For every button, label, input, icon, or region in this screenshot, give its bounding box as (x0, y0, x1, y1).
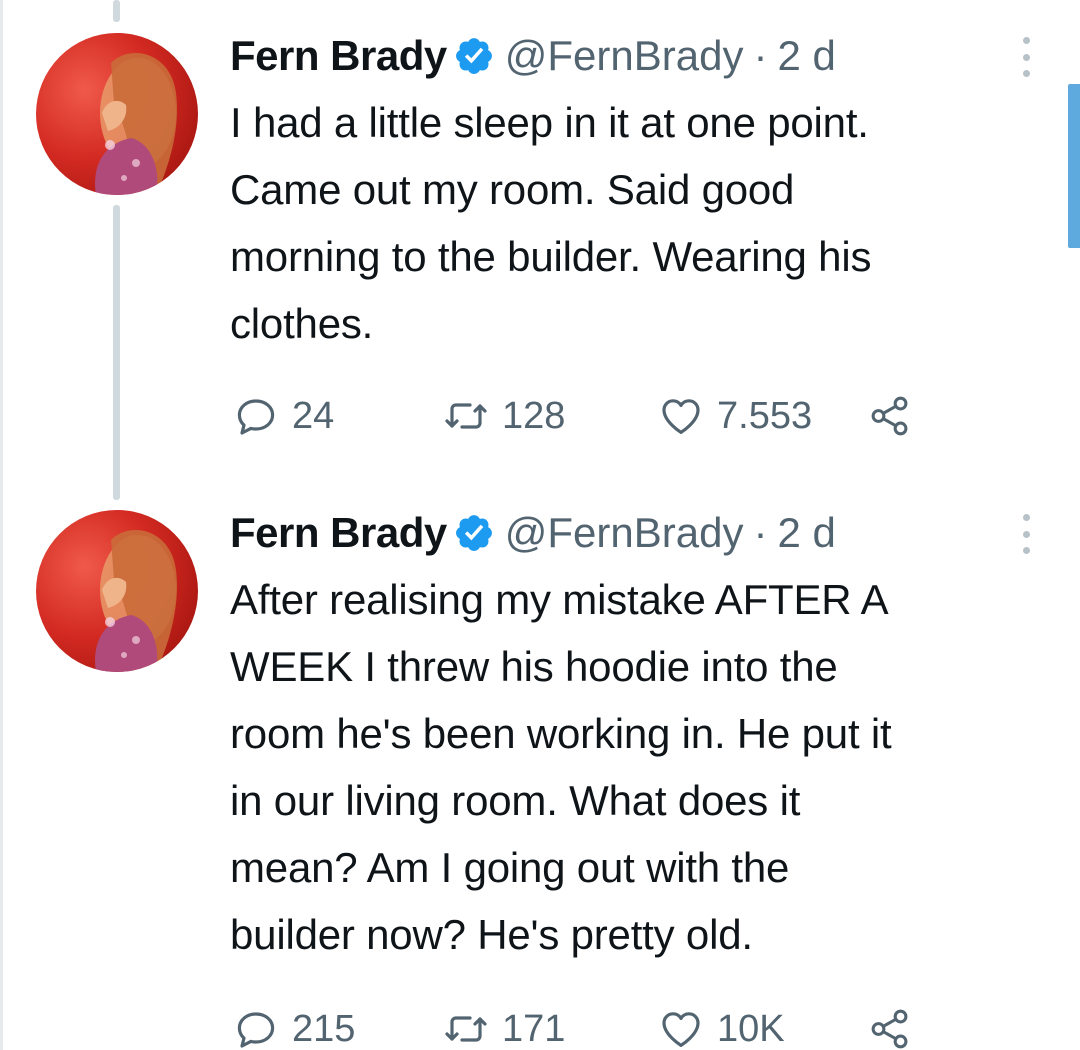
retweet-count: 171 (502, 1007, 566, 1050)
reply-count: 24 (292, 394, 335, 437)
verified-badge-icon (453, 35, 495, 77)
tweet-text-line: in our living room. What does it (230, 777, 801, 824)
tweet-text-line: room he's been working in. He put it (230, 710, 892, 757)
profile-photo-icon (95, 530, 177, 672)
like-button[interactable]: 10K (657, 1005, 867, 1050)
tweet-text: I had a little sleep in it at one point.… (230, 89, 1050, 357)
reply-button[interactable]: 215 (232, 1005, 442, 1050)
retweet-icon (445, 1016, 487, 1042)
tweet-text-line: morning to the builder. Wearing his (230, 233, 872, 280)
share-button[interactable] (867, 1006, 913, 1050)
tweet-content: Fern Brady @FernBrady · 2 d After realis… (230, 504, 1050, 968)
share-button[interactable] (867, 393, 913, 439)
author-handle[interactable]: @FernBrady (505, 509, 744, 557)
tweet-text-line: builder now? He's pretty old. (230, 911, 753, 958)
more-options-icon[interactable] (1016, 514, 1036, 554)
separator-dot: · (753, 32, 768, 79)
tweet-text: After realising my mistake AFTER A WEEK … (230, 566, 1050, 968)
tweet-text-line: Came out my room. Said good (230, 166, 795, 213)
heart-icon (662, 1012, 700, 1047)
tweet[interactable]: Fern Brady @FernBrady · 2 d I had a litt… (0, 0, 1080, 500)
retweet-count: 128 (502, 394, 566, 437)
tweet-header: Fern Brady @FernBrady · 2 d (230, 504, 1050, 562)
tweet-actions: 24 128 7.553 (232, 392, 913, 440)
tweet[interactable]: Fern Brady @FernBrady · 2 d After realis… (0, 500, 1080, 1050)
tweet-header: Fern Brady @FernBrady · 2 d (230, 27, 1050, 85)
share-icon (871, 1009, 908, 1049)
tweet-timestamp[interactable]: 2 d (777, 32, 835, 80)
avatar[interactable] (36, 33, 198, 195)
like-button[interactable]: 7.553 (657, 392, 867, 440)
tweet-text-line: I had a little sleep in it at one point. (230, 99, 869, 146)
share-icon (871, 396, 908, 436)
tweet-timestamp[interactable]: 2 d (777, 509, 835, 557)
retweet-icon (445, 403, 487, 429)
author-name[interactable]: Fern Brady (230, 509, 447, 557)
author-name[interactable]: Fern Brady (230, 32, 447, 80)
tweet-text-line: mean? Am I going out with the (230, 844, 790, 891)
tweet-actions: 215 171 10K (232, 1005, 913, 1050)
reply-icon (237, 399, 275, 435)
separator-dot: · (753, 509, 768, 556)
like-count: 7.553 (717, 394, 813, 437)
tweet-text-line: WEEK I threw his hoodie into the (230, 643, 838, 690)
retweet-button[interactable]: 128 (442, 392, 657, 440)
reply-button[interactable]: 24 (232, 392, 442, 440)
retweet-button[interactable]: 171 (442, 1005, 657, 1050)
reply-count: 215 (292, 1007, 356, 1050)
verified-badge-icon (453, 512, 495, 554)
tweet-text-line: clothes. (230, 300, 374, 347)
reply-icon (237, 1012, 275, 1048)
profile-photo-icon (95, 53, 177, 195)
tweet-text-line: After realising my mistake AFTER A (230, 576, 889, 623)
like-count: 10K (717, 1007, 785, 1050)
avatar[interactable] (36, 510, 198, 672)
author-handle[interactable]: @FernBrady (505, 32, 744, 80)
more-options-icon[interactable] (1016, 37, 1036, 77)
heart-icon (662, 399, 700, 434)
tweet-content: Fern Brady @FernBrady · 2 d I had a litt… (230, 27, 1050, 357)
